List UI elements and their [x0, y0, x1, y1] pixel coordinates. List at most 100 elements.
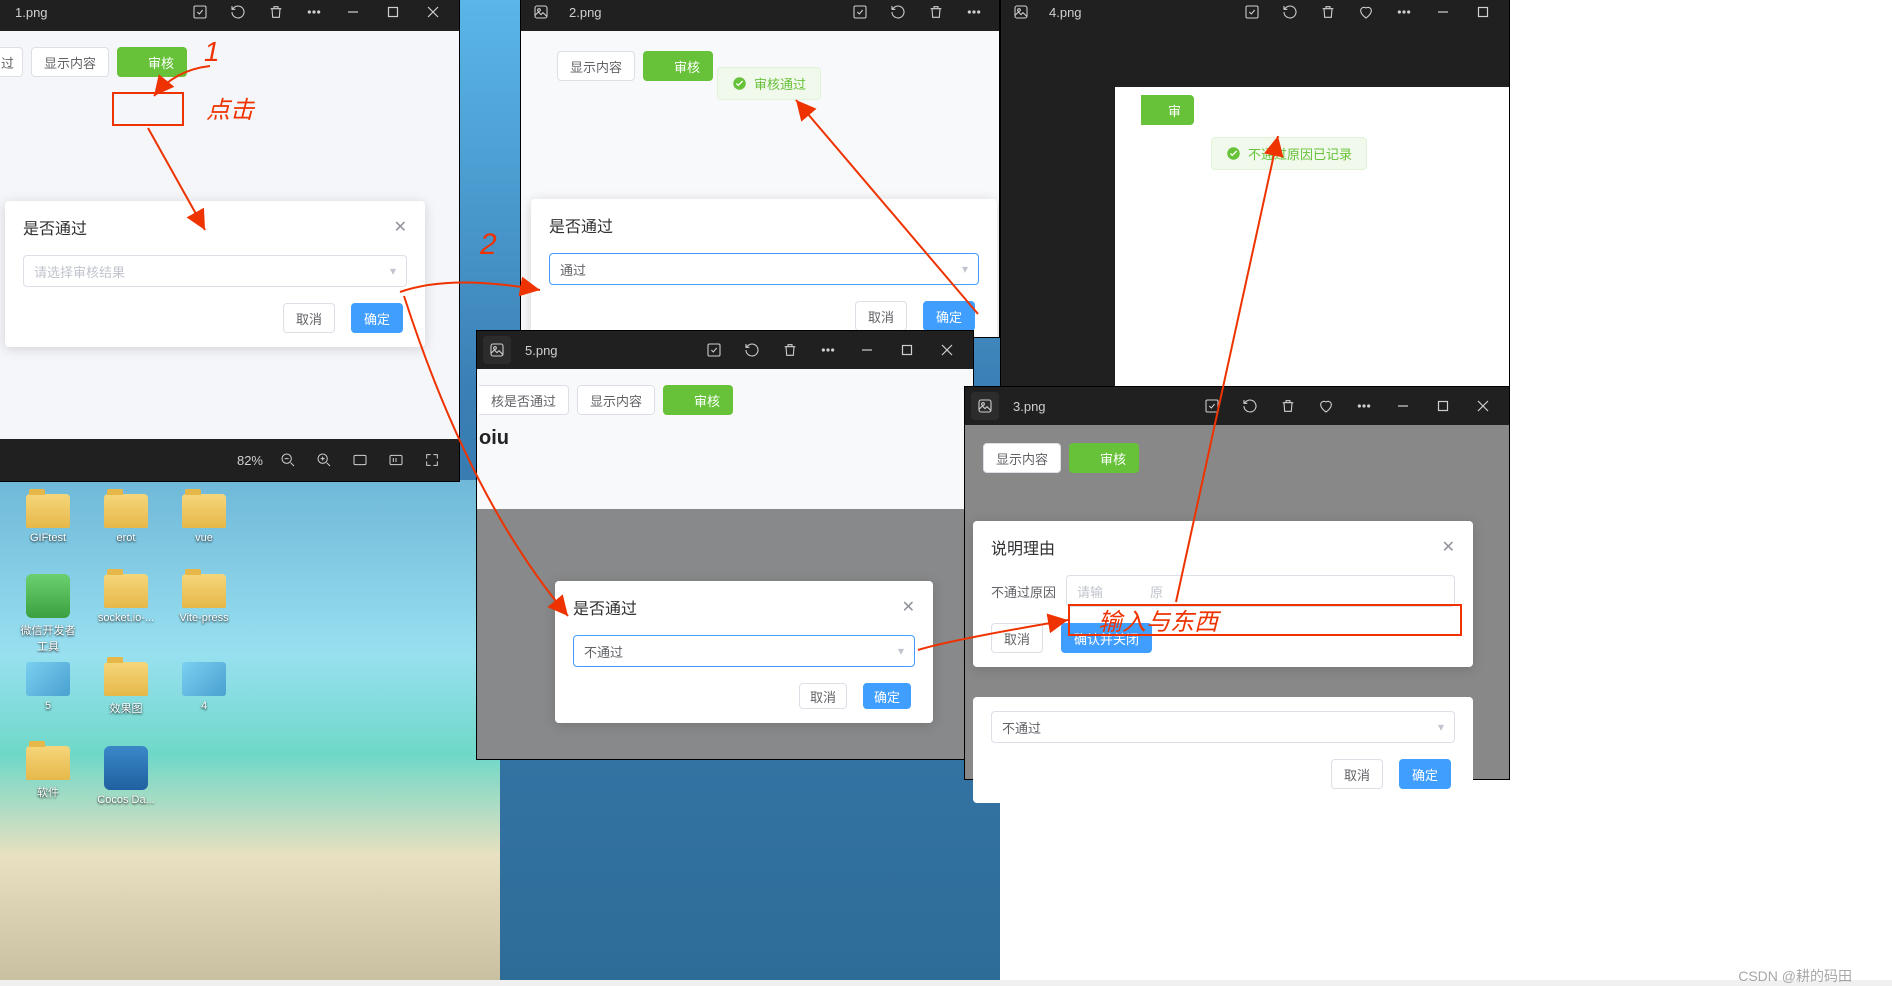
window-2png[interactable]: 2.png 显示内容 审核 是否通过 通过▾ 取消 确定 审核通过: [520, 0, 1000, 338]
cancel-button[interactable]: 取消: [799, 683, 847, 709]
ok-button[interactable]: 确定: [923, 301, 975, 331]
desktop-folder-socketio[interactable]: socket.io-...: [96, 574, 156, 624]
rotate-icon[interactable]: [1235, 391, 1265, 421]
ok-button[interactable]: 确定: [351, 303, 403, 333]
minimize-icon[interactable]: [335, 0, 371, 27]
ok-button-under[interactable]: 确定: [1399, 759, 1451, 789]
zoom-in-icon[interactable]: [313, 449, 335, 471]
rotate-icon[interactable]: [883, 0, 913, 27]
btn-audit-clipped[interactable]: 审: [1141, 95, 1194, 125]
edit-icon[interactable]: [1197, 391, 1227, 421]
delete-icon[interactable]: [1313, 0, 1343, 27]
content-4: 审 不通过原因已记录: [1001, 31, 1509, 387]
modal-pass-2: 是否通过 通过▾ 取消 确定: [531, 199, 997, 337]
btn-show-content[interactable]: 显示内容: [557, 51, 635, 81]
maximize-icon[interactable]: [1465, 0, 1501, 27]
select-audit-result[interactable]: 不通过▾: [573, 635, 915, 667]
window-filename: 5.png: [525, 343, 558, 358]
delete-icon[interactable]: [775, 335, 805, 365]
maximize-icon[interactable]: [889, 335, 925, 365]
desktop-folder-cocos[interactable]: Cocos Da...: [96, 746, 156, 806]
titlebar[interactable]: 1.png: [0, 0, 459, 31]
content-2: 显示内容 审核 是否通过 通过▾ 取消 确定 审核通过: [521, 31, 999, 337]
select-audit-result[interactable]: 通过▾: [549, 253, 979, 285]
modal-close-icon[interactable]: ✕: [902, 597, 915, 617]
cancel-button[interactable]: 取消: [855, 301, 907, 331]
btn-show-content[interactable]: 显示内容: [983, 443, 1061, 473]
zoom-out-icon[interactable]: [277, 449, 299, 471]
btn-show-content[interactable]: 显示内容: [577, 385, 655, 415]
desktop-app-wxdev[interactable]: 微信开发者工具: [18, 574, 78, 654]
btn-audit[interactable]: 审核: [1069, 443, 1139, 473]
more-icon[interactable]: [1389, 0, 1419, 27]
close-icon[interactable]: [1465, 391, 1501, 421]
modal-close-icon[interactable]: ✕: [1442, 537, 1455, 557]
actual-size-icon[interactable]: [385, 449, 407, 471]
desktop-folder-vue[interactable]: vue: [174, 494, 234, 544]
maximize-icon[interactable]: [375, 0, 411, 27]
modal-title: 是否通过: [573, 595, 637, 619]
edit-icon[interactable]: [1237, 0, 1267, 27]
titlebar[interactable]: 5.png: [477, 331, 973, 369]
edit-icon[interactable]: [699, 335, 729, 365]
btn-audit[interactable]: 审核: [663, 385, 733, 415]
rotate-icon[interactable]: [223, 0, 253, 27]
ok-button[interactable]: 确定: [863, 683, 911, 709]
delete-icon[interactable]: [261, 0, 291, 27]
favorite-icon[interactable]: [1311, 391, 1341, 421]
fullscreen-icon[interactable]: [421, 449, 443, 471]
btn-audit[interactable]: 审核: [643, 51, 713, 81]
minimize-icon[interactable]: [1385, 391, 1421, 421]
select-audit-under[interactable]: 不通过▾: [991, 711, 1455, 743]
close-icon[interactable]: [929, 335, 965, 365]
confirm-close-button[interactable]: 确认并关闭: [1061, 623, 1152, 653]
window-1png[interactable]: 1.png 过 显示内容 审核 是否通过✕ 请选择审核结果▾ 取消 确定 82%: [0, 0, 460, 482]
edit-icon[interactable]: [845, 0, 875, 27]
select-audit-result[interactable]: 请选择审核结果▾: [23, 255, 407, 287]
image-icon: [1007, 0, 1035, 26]
desktop-folder-effect[interactable]: 效果图: [96, 662, 156, 716]
titlebar[interactable]: 2.png: [521, 0, 999, 31]
maximize-icon[interactable]: [1425, 391, 1461, 421]
photo-footer-1: 82%: [0, 439, 459, 481]
close-icon[interactable]: [415, 0, 451, 27]
cancel-button-under[interactable]: 取消: [1331, 759, 1383, 789]
desktop-img-4[interactable]: 4: [174, 662, 234, 712]
reason-input[interactable]: 请输 原: [1066, 575, 1455, 607]
rotate-icon[interactable]: [1275, 0, 1305, 27]
favorite-icon[interactable]: [1351, 0, 1381, 27]
desktop-folder-giftest[interactable]: GIFtest: [18, 494, 78, 544]
titlebar[interactable]: 3.png: [965, 387, 1509, 425]
rotate-icon[interactable]: [737, 335, 767, 365]
more-icon[interactable]: [1349, 391, 1379, 421]
minimize-icon[interactable]: [1425, 0, 1461, 27]
modal-close-icon[interactable]: ✕: [394, 217, 407, 237]
btn-show-content[interactable]: 显示内容: [31, 47, 109, 77]
fit-icon[interactable]: [349, 449, 371, 471]
minimize-icon[interactable]: [849, 335, 885, 365]
desktop-folder-software[interactable]: 软件: [18, 746, 78, 800]
window-4png[interactable]: 4.png 审 不通过原因已记录: [1000, 0, 1510, 388]
modal-title: 说明理由: [991, 535, 1055, 559]
chevron-down-icon: ▾: [898, 644, 904, 658]
window-5png[interactable]: 5.png 核是否通过 显示内容 审核 oiu 是否通过✕ 不通过▾ 取消 确定: [476, 330, 974, 760]
delete-icon[interactable]: [921, 0, 951, 27]
btn-audit-pass-clipped[interactable]: 核是否通过: [479, 385, 569, 415]
btn-pass-clipped[interactable]: 过: [0, 47, 23, 77]
more-icon[interactable]: [813, 335, 843, 365]
cancel-button[interactable]: 取消: [283, 303, 335, 333]
modal-pass-5: 是否通过 ✕ 不通过▾ 取消 确定: [555, 581, 933, 723]
window-filename: 1.png: [15, 5, 48, 20]
delete-icon[interactable]: [1273, 391, 1303, 421]
titlebar[interactable]: 4.png: [1001, 0, 1509, 31]
desktop-folder-erot[interactable]: erot: [96, 494, 156, 544]
more-icon[interactable]: [299, 0, 329, 27]
btn-audit[interactable]: 审核: [117, 47, 187, 77]
desktop-img-5[interactable]: 5: [18, 662, 78, 712]
more-icon[interactable]: [959, 0, 989, 27]
window-3png[interactable]: 3.png 显示内容 审核 说明理由✕ 不通过原因 请输 原: [964, 386, 1510, 780]
window-filename: 2.png: [569, 5, 602, 20]
edit-icon[interactable]: [185, 0, 215, 27]
cancel-button[interactable]: 取消: [991, 623, 1043, 653]
desktop-folder-vitepress[interactable]: Vite-press: [174, 574, 234, 624]
